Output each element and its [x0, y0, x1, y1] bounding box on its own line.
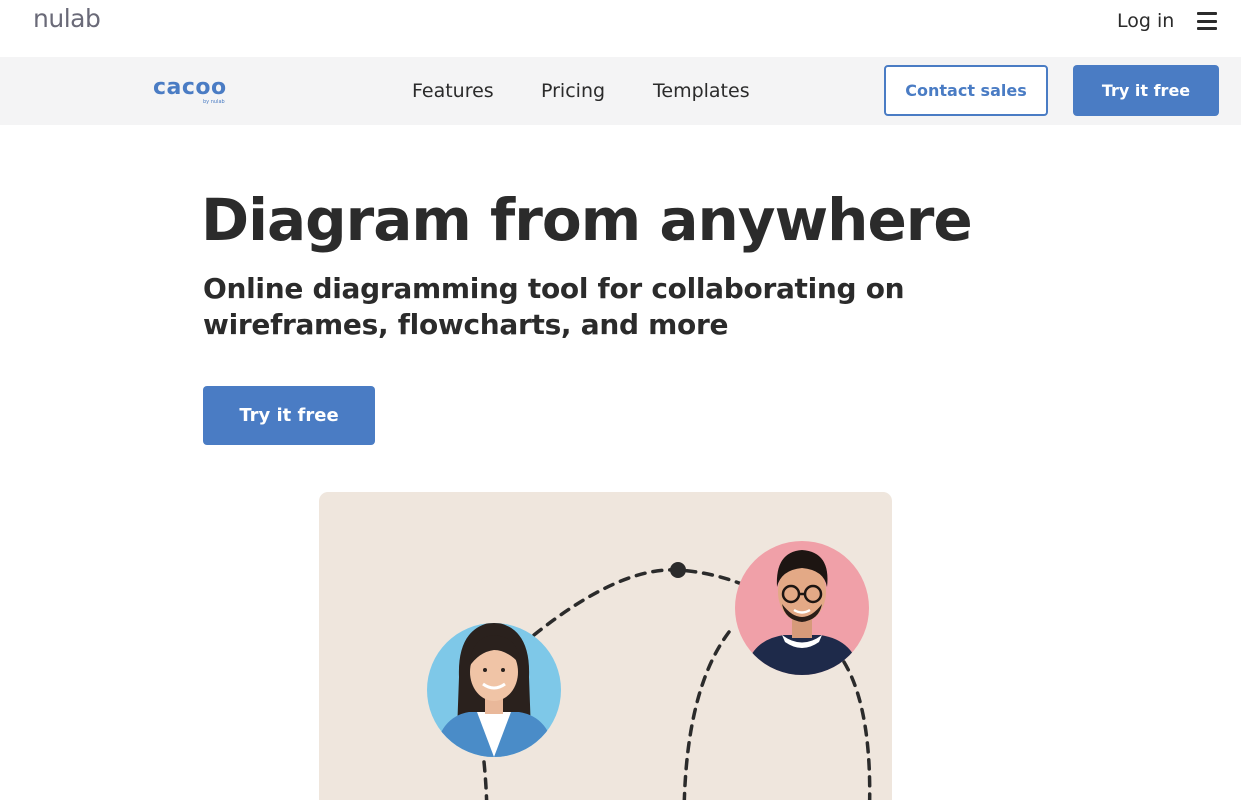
nav-link-pricing[interactable]: Pricing: [541, 80, 605, 102]
dashed-connector-right: [842, 660, 872, 800]
dashed-connector-left: [482, 760, 489, 800]
hamburger-menu-icon[interactable]: [1197, 12, 1217, 30]
dashed-connector-top: [532, 568, 751, 637]
login-link[interactable]: Log in: [1117, 10, 1174, 32]
dashed-connector-middle: [682, 630, 731, 800]
nulab-logo[interactable]: nulab: [33, 4, 101, 33]
nav-link-templates[interactable]: Templates: [653, 80, 750, 102]
nav-link-features[interactable]: Features: [412, 80, 494, 102]
nav-try-free-button[interactable]: Try it free: [1073, 65, 1219, 116]
hero-illustration: [319, 492, 892, 800]
global-header: nulab Log in: [0, 0, 1241, 57]
hero-title: Diagram from anywhere: [201, 186, 973, 254]
hero-subtitle: Online diagramming tool for collaboratin…: [203, 272, 905, 341]
contact-sales-button[interactable]: Contact sales: [884, 65, 1048, 116]
product-nav: cacoo by nulab Features Pricing Template…: [0, 57, 1241, 125]
cacoo-byline: by nulab: [203, 99, 225, 105]
cacoo-logo[interactable]: cacoo by nulab: [153, 75, 227, 106]
man-avatar: [735, 541, 869, 675]
connection-diagram: [427, 541, 872, 800]
hero-try-free-button[interactable]: Try it free: [203, 386, 375, 445]
woman-avatar: [427, 623, 561, 757]
connector-node: [670, 562, 686, 578]
cacoo-logo-text: cacoo: [153, 75, 227, 100]
